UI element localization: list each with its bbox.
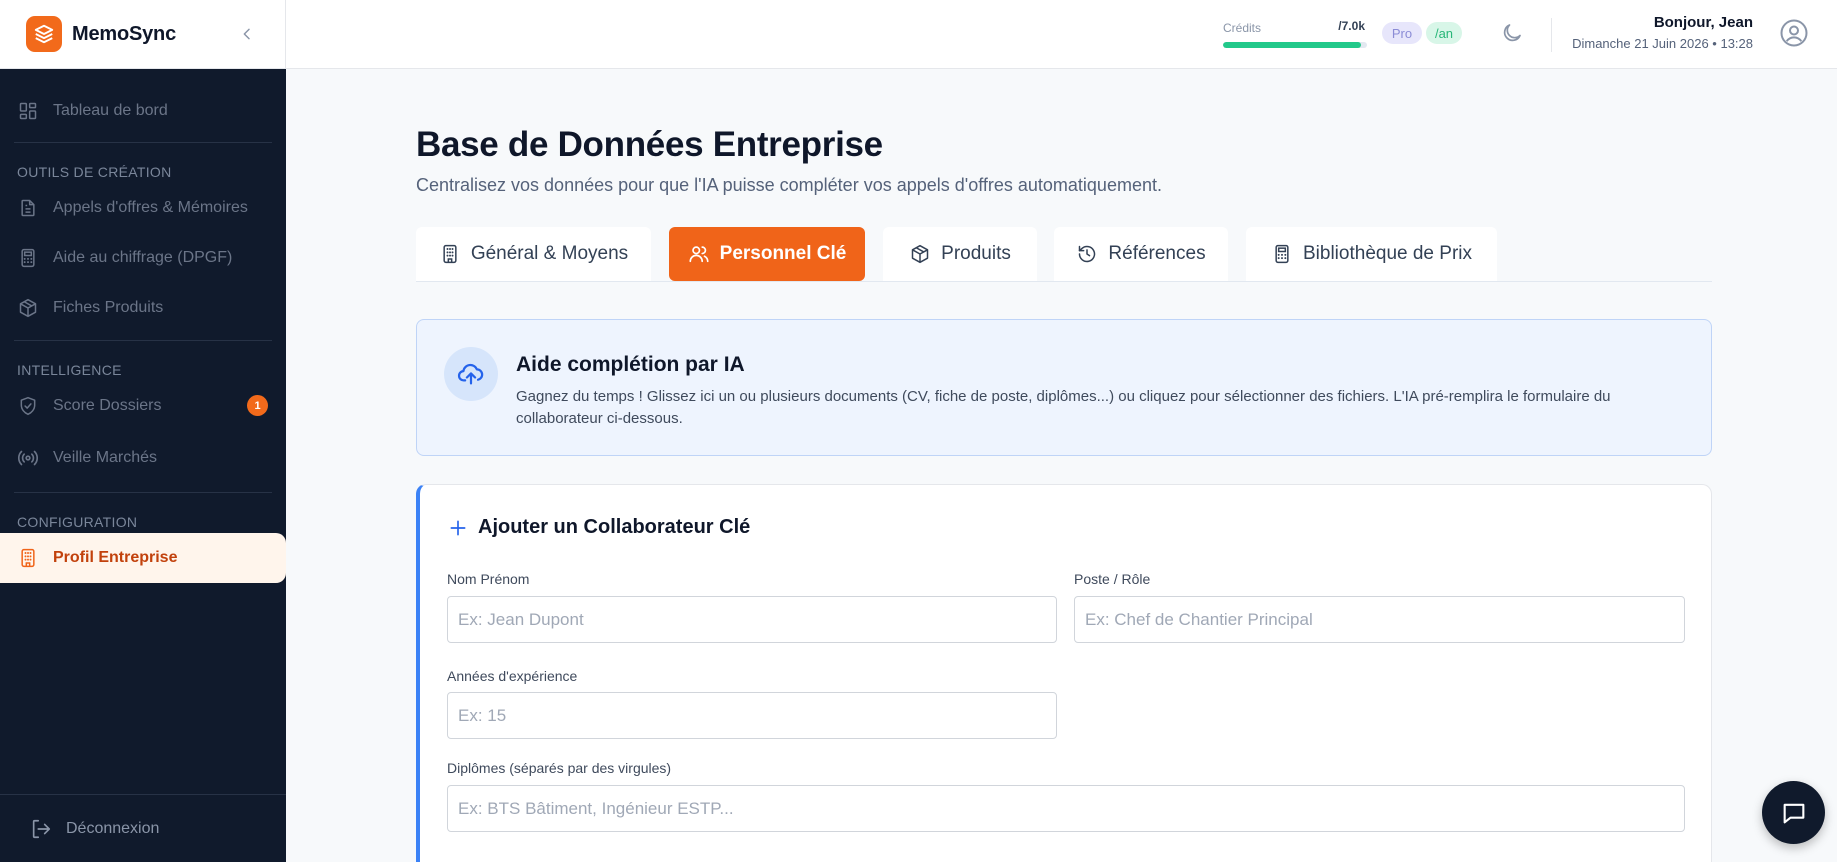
tab-label: Produits (941, 243, 1011, 264)
tab-bar: Général & Moyens Personnel Clé Produits … (416, 227, 1712, 282)
name-label: Nom Prénom (447, 571, 530, 587)
diplomas-label: Diplômes (séparés par des virgules) (447, 760, 672, 776)
sidebar-item-watch[interactable]: Veille Marchés (0, 431, 286, 485)
plus-icon (447, 517, 469, 539)
file-text-icon (17, 197, 39, 219)
dark-mode-toggle[interactable] (1500, 21, 1524, 45)
dashboard-icon (17, 100, 39, 122)
tab-label: Références (1108, 243, 1206, 264)
chat-icon (1783, 803, 1804, 823)
billing-period-badge: /an (1426, 22, 1462, 44)
credits-value: /7.0k (1338, 19, 1365, 33)
sidebar-item-label: Profil Entreprise (53, 549, 178, 566)
divider (1551, 18, 1552, 52)
radio-broadcast-icon (17, 447, 39, 469)
user-greeting: Bonjour, Jean Dimanche 21 Juin 2026 • 13… (1572, 14, 1753, 51)
sidebar-item-tenders[interactable]: Appels d'offres & Mémoires (0, 183, 286, 233)
section-label-creation: OUTILS DE CRÉATION (17, 164, 172, 180)
logout-label: Déconnexion (66, 819, 160, 837)
sidebar-item-label: Veille Marchés (53, 449, 158, 466)
history-icon (1076, 243, 1098, 265)
ai-upload-dropzone[interactable]: Aide complétion par IA Gagnez du temps !… (416, 319, 1712, 456)
sidebar-item-company-profile[interactable]: Profil Entreprise (0, 533, 286, 583)
tab-price-library[interactable]: Bibliothèque de Prix (1246, 227, 1497, 281)
tab-label: Personnel Clé (719, 243, 847, 264)
add-collaborator-form: Ajouter un Collaborateur Clé Nom Prénom … (416, 484, 1712, 862)
page-title: Base de Données Entreprise (416, 125, 883, 164)
shield-check-icon (17, 395, 39, 417)
plan-badge: Pro (1382, 22, 1422, 44)
experience-input[interactable] (447, 692, 1057, 739)
role-label: Poste / Rôle (1074, 571, 1151, 587)
credits-progress-bar (1223, 42, 1367, 48)
logout-button[interactable]: Déconnexion (0, 794, 286, 862)
name-input[interactable] (447, 596, 1057, 643)
building-icon (439, 243, 461, 265)
sidebar-item-label: Tableau de bord (53, 102, 168, 119)
credits-progress-fill (1223, 42, 1362, 48)
page-subtitle: Centralisez vos données pour que l'IA pu… (416, 175, 1162, 195)
tab-general[interactable]: Général & Moyens (416, 227, 651, 281)
chevron-left-icon (243, 28, 250, 40)
user-menu-button[interactable] (1779, 18, 1809, 48)
tab-label: Bibliothèque de Prix (1303, 243, 1472, 264)
form-title: Ajouter un Collaborateur Clé (447, 516, 750, 539)
ai-box-description: Gagnez du temps ! Glissez ici un ou plus… (516, 388, 1611, 427)
experience-label: Années d'expérience (447, 668, 578, 684)
calculator-icon (1271, 243, 1293, 265)
users-icon (688, 243, 710, 265)
building-icon (17, 547, 39, 569)
logout-icon (30, 818, 52, 840)
tab-products[interactable]: Produits (883, 227, 1037, 281)
calculator-icon (17, 247, 39, 269)
credits-label: Crédits (1223, 21, 1262, 35)
diplomas-input[interactable] (447, 785, 1685, 832)
app-name: MemoSync (72, 22, 176, 45)
chat-button[interactable] (1762, 781, 1825, 844)
brand-header: MemoSync (0, 0, 286, 69)
sidebar-item-label: Aide au chiffrage (DPGF) (53, 249, 233, 266)
current-date: Dimanche 21 Juin 2026 • 13:28 (1572, 36, 1753, 51)
ai-box-title: Aide complétion par IA (516, 353, 745, 376)
section-label-intelligence: INTELLIGENCE (17, 362, 122, 378)
main-content: Base de Données Entreprise Centralisez v… (416, 69, 1712, 862)
sidebar-item-products[interactable]: Fiches Produits (0, 283, 286, 333)
sidebar-item-label: Fiches Produits (53, 299, 164, 316)
moon-icon (1503, 24, 1521, 42)
sidebar: MemoSync Tableau de bord OUTILS DE CRÉAT… (0, 0, 286, 862)
memosync-logo-icon (26, 16, 62, 52)
sidebar-item-label: Appels d'offres & Mémoires (53, 199, 248, 216)
section-label-configuration: CONFIGURATION (17, 514, 138, 530)
sidebar-nav: Tableau de bord OUTILS DE CRÉATION Appel… (0, 69, 286, 583)
role-input[interactable] (1074, 596, 1685, 643)
form-title-text: Ajouter un Collaborateur Clé (478, 516, 751, 538)
sidebar-item-dashboard[interactable]: Tableau de bord (0, 87, 286, 135)
tab-references[interactable]: Références (1054, 227, 1228, 281)
sidebar-item-dpgf[interactable]: Aide au chiffrage (DPGF) (0, 233, 286, 283)
sidebar-item-score[interactable]: Score Dossiers 1 (0, 381, 286, 431)
greeting-text: Bonjour, Jean (1653, 14, 1753, 31)
tab-label: Général & Moyens (470, 243, 629, 264)
notification-badge: 1 (247, 395, 268, 416)
top-bar: Crédits /7.0k Pro /an Bonjour, Jean Dima… (286, 0, 1837, 69)
package-icon (17, 297, 39, 319)
sidebar-item-label: Score Dossiers (53, 397, 162, 414)
cloud-upload-icon (444, 347, 498, 401)
collapse-sidebar-button[interactable] (235, 22, 259, 46)
tab-key-personnel[interactable]: Personnel Clé (669, 227, 865, 281)
user-circle-icon (1780, 19, 1808, 47)
package-icon (909, 243, 931, 265)
credits-meter: Crédits /7.0k (1223, 19, 1367, 48)
